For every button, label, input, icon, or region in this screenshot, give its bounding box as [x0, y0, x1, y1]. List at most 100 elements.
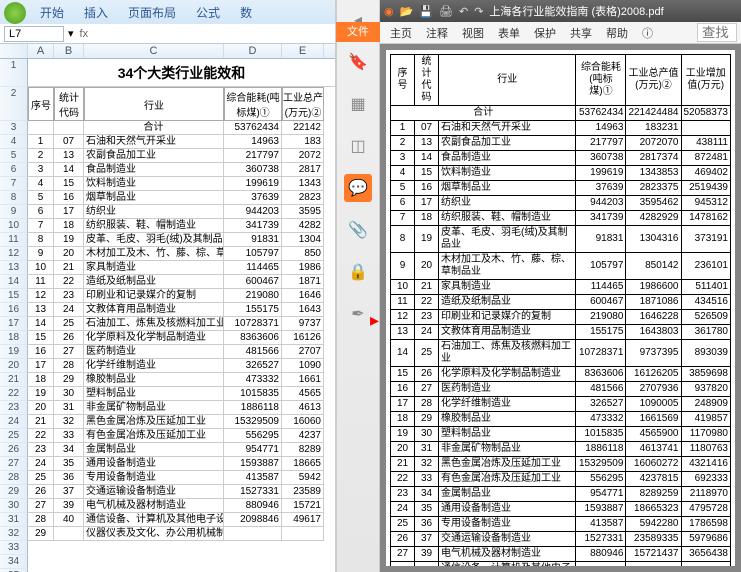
- row-header[interactable]: 8: [0, 191, 28, 205]
- hdr-code: 统计代码: [54, 87, 84, 121]
- col-C[interactable]: C: [84, 44, 224, 58]
- office-orb[interactable]: [4, 2, 26, 24]
- row-header[interactable]: 13: [0, 261, 28, 275]
- row-header[interactable]: 29: [0, 485, 28, 499]
- row-header[interactable]: 3: [0, 121, 28, 135]
- tab-home[interactable]: 开始: [30, 1, 74, 24]
- row-header[interactable]: 28: [0, 471, 28, 485]
- col-A[interactable]: A: [28, 44, 54, 58]
- lock-icon[interactable]: 🔒: [344, 258, 372, 286]
- layers-icon[interactable]: ◫: [344, 132, 372, 160]
- row-header[interactable]: 21: [0, 373, 28, 387]
- col-D[interactable]: D: [224, 44, 282, 58]
- menu-share[interactable]: 共享: [564, 23, 598, 43]
- table-row: 415饮料制造业1996191343: [28, 177, 335, 191]
- hdr-name: 行业: [84, 87, 224, 121]
- file-button[interactable]: 文件: [336, 22, 380, 42]
- table-row: 2334金属制品业9547718289: [28, 443, 335, 457]
- row-header[interactable]: 32: [0, 527, 28, 541]
- row-header[interactable]: 6: [0, 163, 28, 177]
- row-header[interactable]: 22: [0, 387, 28, 401]
- menu-comment[interactable]: 注释: [420, 23, 454, 43]
- table-row: 1122造纸及纸制品业6004671871086434516: [391, 295, 731, 310]
- menu-protect[interactable]: 保护: [528, 23, 562, 43]
- table-row: 1627医药制造业4815662707936937820: [391, 382, 731, 397]
- row-header[interactable]: 11: [0, 233, 28, 247]
- row-header[interactable]: 27: [0, 457, 28, 471]
- menu-help[interactable]: 帮助: [600, 23, 634, 43]
- table-row: 1829橡胶制品业4733321661: [28, 373, 335, 387]
- table-row: 29仪器仪表及文化、办公用机械制造业: [28, 527, 335, 541]
- redo-icon[interactable]: ↷: [474, 5, 483, 18]
- tab-insert[interactable]: 插入: [74, 1, 118, 24]
- row-header[interactable]: 9: [0, 205, 28, 219]
- table-row: 2132黑色金属冶炼及压延加工业1532950916060: [28, 415, 335, 429]
- row-header[interactable]: 7: [0, 177, 28, 191]
- table-row: 107石油和天然气开采业14963183231: [391, 121, 731, 136]
- pdf-hdr-seq: 序号: [391, 55, 415, 106]
- bookmark-icon[interactable]: 🔖: [344, 48, 372, 76]
- row-header[interactable]: 19: [0, 345, 28, 359]
- table-row: 1526化学原料及化学制品制造业8363606161262053859698: [391, 367, 731, 382]
- print-icon[interactable]: 🖨: [439, 5, 453, 18]
- row-header[interactable]: 23: [0, 401, 28, 415]
- row-header[interactable]: 10: [0, 219, 28, 233]
- total-row: 合计 53762434 22142: [28, 121, 335, 135]
- row-header[interactable]: 34: [0, 555, 28, 569]
- table-row: 1021家具制造业1144651986: [28, 261, 335, 275]
- app-icon: ◉: [384, 5, 394, 18]
- menu-home[interactable]: 主页: [384, 23, 418, 43]
- undo-icon[interactable]: ↶: [459, 5, 468, 18]
- attachment-icon[interactable]: 📎: [344, 216, 372, 244]
- name-box[interactable]: L7: [4, 26, 64, 42]
- info-icon[interactable]: ⓘ: [636, 23, 659, 43]
- row-header[interactable]: 20: [0, 359, 28, 373]
- table-row: 920木材加工及木、竹、藤、棕、草制品业105797850: [28, 247, 335, 261]
- table-row: 2334金属制品业95477182892592118970: [391, 487, 731, 502]
- worksheet[interactable]: A B C D E 123456789101112131415161718192…: [0, 44, 335, 572]
- row-header[interactable]: 30: [0, 499, 28, 513]
- table-row: 1627医药制造业4815662707: [28, 345, 335, 359]
- table-row: 1526化学原料及化学制品制造业836360616126: [28, 331, 335, 345]
- pdf-total-label: 合计: [391, 106, 576, 121]
- table-row: 1425石油加工、炼焦及核燃料加工业107283719737: [28, 317, 335, 331]
- save-icon[interactable]: 💾: [419, 5, 433, 18]
- table-row: 1021家具制造业1144651986600511401: [391, 280, 731, 295]
- menu-form[interactable]: 表单: [492, 23, 526, 43]
- table-row: 213农副食品加工业2177972072070438111: [391, 136, 731, 151]
- row-header[interactable]: 31: [0, 513, 28, 527]
- row-header[interactable]: 18: [0, 331, 28, 345]
- row-header[interactable]: 16: [0, 303, 28, 317]
- row-header[interactable]: 2: [0, 87, 28, 121]
- row-header[interactable]: 14: [0, 275, 28, 289]
- signature-icon[interactable]: ✒: [344, 300, 372, 328]
- tab-formula[interactable]: 公式: [186, 1, 230, 24]
- fx-icon[interactable]: fx: [74, 28, 95, 40]
- hdr-v2: 工业总产(万元)②: [282, 87, 324, 121]
- table-row: 617纺织业9442033595462945312: [391, 196, 731, 211]
- row-header[interactable]: 4: [0, 135, 28, 149]
- row-header[interactable]: 33: [0, 541, 28, 555]
- tab-data[interactable]: 数: [230, 1, 262, 24]
- pdf-hdr-name: 行业: [439, 55, 576, 106]
- row-header[interactable]: 5: [0, 149, 28, 163]
- table-row: 920木材加工及木、竹、藤、棕、草制品业105797850142236101: [391, 253, 731, 280]
- tab-layout[interactable]: 页面布局: [118, 1, 186, 24]
- menu-view[interactable]: 视图: [456, 23, 490, 43]
- col-E[interactable]: E: [282, 44, 324, 58]
- row-header[interactable]: 24: [0, 415, 28, 429]
- pdf-viewport[interactable]: 序号 统计代码 行业 综合能耗(吨标煤)① 工业总产值(万元)② 工业增加值(万…: [380, 44, 741, 572]
- row-header[interactable]: 17: [0, 317, 28, 331]
- row-header[interactable]: 1: [0, 59, 28, 87]
- open-icon[interactable]: 📂: [400, 5, 414, 18]
- pages-icon[interactable]: ▦: [344, 90, 372, 118]
- table-row: 819皮革、毛皮、羽毛(绒)及其制品业918311304: [28, 233, 335, 247]
- row-header[interactable]: 26: [0, 443, 28, 457]
- row-header[interactable]: 25: [0, 429, 28, 443]
- row-header[interactable]: 12: [0, 247, 28, 261]
- col-B[interactable]: B: [54, 44, 84, 58]
- search-input[interactable]: [697, 23, 737, 42]
- pdf-total-v1: 53762434: [576, 106, 626, 121]
- row-header[interactable]: 15: [0, 289, 28, 303]
- comment-icon[interactable]: 💬: [344, 174, 372, 202]
